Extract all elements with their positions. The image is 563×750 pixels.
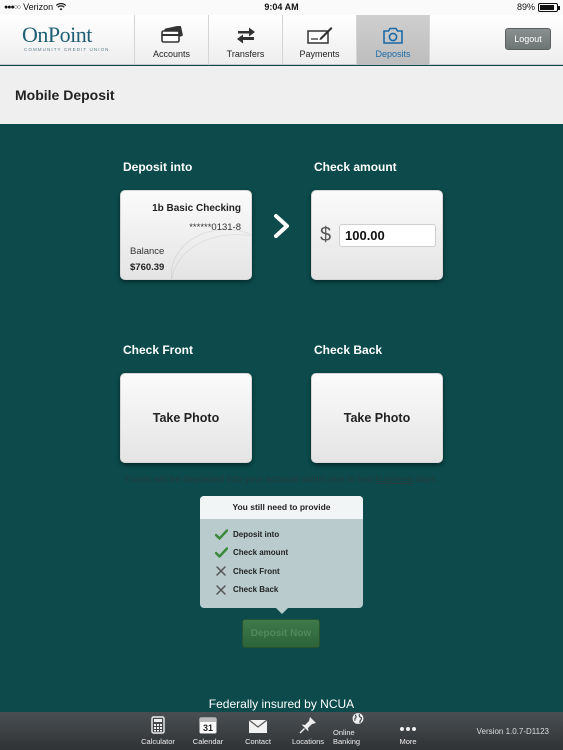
requirement-item: Check Back: [214, 581, 363, 600]
toolbar-calendar[interactable]: 31 Calendar: [183, 712, 233, 750]
requirement-item: Check amount: [214, 544, 363, 563]
deposit-into-label: Deposit into: [123, 160, 193, 174]
checkmark-icon: [214, 529, 228, 540]
checkmark-icon: [214, 547, 228, 558]
toolbar-contact[interactable]: Contact: [233, 712, 283, 750]
deposit-now-button[interactable]: Deposit Now: [242, 619, 320, 648]
globe-icon: [352, 713, 364, 724]
requirements-list: Deposit into Check amount Check Front Ch…: [200, 519, 363, 599]
page-title: Mobile Deposit: [15, 87, 115, 103]
requirement-item: Check Front: [214, 562, 363, 581]
toolbar-calculator[interactable]: Calculator: [133, 712, 183, 750]
x-mark-icon: [216, 566, 226, 576]
check-pen-icon: [306, 27, 332, 44]
currency-symbol: $: [320, 224, 332, 246]
calculator-icon: [151, 716, 165, 734]
tab-deposits[interactable]: Deposits: [356, 15, 430, 65]
bottom-toolbar: Calculator 31 Calendar Contact Locations…: [0, 712, 563, 750]
check-back-label: Check Back: [314, 343, 383, 357]
requirement-item: Deposit into: [214, 525, 363, 544]
dots-icon: [400, 727, 416, 731]
requirements-title: You still need to provide: [200, 496, 363, 519]
card-decoration: [171, 234, 251, 279]
app-version: Version 1.0.7-D1123: [476, 727, 549, 736]
toolbar-online-banking[interactable]: Online Banking: [333, 712, 383, 750]
logout-button[interactable]: Logout: [505, 28, 551, 50]
account-number: ******0131-8: [189, 222, 241, 233]
transfer-arrows-icon: [236, 27, 255, 44]
balance-value: $760.39: [130, 262, 165, 273]
check-front-label: Check Front: [123, 343, 194, 357]
calendar-day: 31: [203, 723, 213, 733]
tab-accounts[interactable]: Accounts: [134, 15, 208, 65]
battery-percent: 89%: [516, 2, 535, 12]
onpoint-logo: OnPoint COMMUNITY CREDIT UNION: [22, 22, 122, 53]
funds-availability-note: Funds will be deposited into your accoun…: [124, 474, 439, 485]
tab-payments[interactable]: Payments: [282, 15, 356, 65]
battery-icon: [538, 2, 560, 12]
popover-tail: [275, 607, 289, 614]
page-title-bar: Mobile Deposit: [0, 66, 563, 124]
toolbar-more[interactable]: More: [383, 712, 433, 750]
tab-transfers[interactable]: Transfers: [208, 15, 282, 65]
balance-label: Balance: [130, 246, 165, 257]
main-tabs: Accounts Transfers Payments Deposits: [134, 15, 430, 65]
business-days-link[interactable]: business: [375, 474, 413, 485]
check-front-take-photo-button[interactable]: Take Photo: [120, 373, 252, 463]
envelope-icon: [248, 719, 268, 733]
x-mark-icon: [216, 585, 226, 595]
camera-icon: [383, 27, 403, 44]
logo-mark: OnPoint: [22, 22, 92, 47]
account-card[interactable]: 1b Basic Checking ******0131-8 Balance $…: [120, 190, 252, 280]
requirements-popover: You still need to provide Deposit into C…: [200, 496, 363, 614]
clock: 9:04 AM: [264, 2, 299, 12]
cards-icon: [160, 26, 183, 43]
check-amount-card: $: [311, 190, 443, 280]
ncua-notice: Federally insured by NCUA: [208, 697, 355, 711]
check-amount-label: Check amount: [314, 160, 397, 174]
check-back-take-photo-button[interactable]: Take Photo: [311, 373, 443, 463]
chevron-right-icon: [274, 214, 289, 238]
pin-icon: [299, 717, 316, 734]
calendar-icon: 31: [199, 717, 217, 734]
toolbar-locations[interactable]: Locations: [283, 712, 333, 750]
account-name: 1b Basic Checking: [152, 203, 241, 214]
status-bar: ●●●○○ Verizon 9:04 AM 89%: [0, 0, 563, 15]
logo-subtitle: COMMUNITY CREDIT UNION: [24, 47, 110, 52]
check-amount-input[interactable]: [339, 224, 436, 247]
app-header: OnPoint COMMUNITY CREDIT UNION Accounts …: [0, 15, 563, 65]
